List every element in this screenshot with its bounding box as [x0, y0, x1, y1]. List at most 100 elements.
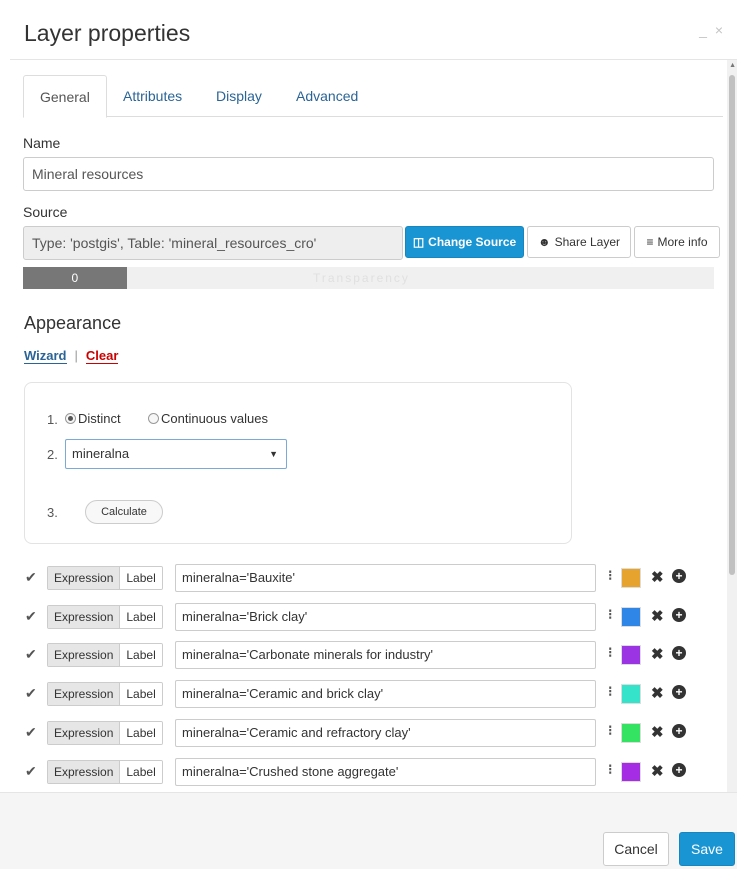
rule-row: ✔ Expression Label mineralna='Ceramic and r… [23, 719, 703, 747]
radio-unselected-icon [148, 413, 159, 424]
tab-display[interactable]: Display [200, 75, 278, 117]
scroll-up-icon[interactable]: ▲ [729, 62, 736, 69]
expression-input[interactable]: mineralna='Ceramic and brick clay' [175, 680, 596, 708]
add-icon[interactable]: + [672, 724, 686, 738]
expression-label-toggle[interactable]: Expression Label [47, 721, 163, 745]
dialog-title: Layer properties [24, 20, 191, 46]
appearance-actions: Wizard | Clear [24, 348, 119, 364]
expression-label-toggle[interactable]: Expression Label [47, 605, 163, 629]
step-1-number: 1. [47, 412, 58, 427]
expression-input[interactable]: mineralna='Brick clay' [175, 603, 596, 631]
color-swatch[interactable] [621, 568, 641, 588]
share-layer-button[interactable]: ☻ Share Layer [527, 226, 631, 258]
expression-toggle[interactable]: Expression [48, 722, 121, 744]
label-toggle[interactable]: Label [120, 644, 162, 666]
label-toggle[interactable]: Label [120, 683, 162, 705]
dialog-footer: Cancel Save [0, 792, 737, 869]
color-swatch[interactable] [621, 645, 641, 665]
color-swatch[interactable] [621, 762, 641, 782]
delete-icon[interactable]: ✖ [651, 723, 664, 741]
change-source-button[interactable]: ◫ Change Source [405, 226, 524, 258]
rule-row: ✔ Expression Label mineralna='Brick clay' ⁝ ✖… [23, 603, 703, 631]
list-icon: ≡ [646, 235, 654, 249]
dropdown-arrow-icon: ▼ [269, 449, 278, 459]
more-info-button[interactable]: ≡ More info [634, 226, 720, 258]
rule-row: ✔ Expression Label mineralna='Ceramic and b… [23, 680, 703, 708]
rule-row: ✔ Expression Label mineralna='Carbonate min… [23, 641, 703, 669]
rule-row: ✔ Expression Label mineralna='Crushed stone… [23, 758, 703, 786]
delete-icon[interactable]: ✖ [651, 762, 664, 780]
dialog-body: General Attributes Display Advanced Name… [10, 60, 727, 792]
expression-toggle[interactable]: Expression [48, 606, 121, 628]
check-icon[interactable]: ✔ [25, 724, 37, 741]
check-icon[interactable]: ✔ [25, 763, 37, 780]
cancel-button[interactable]: Cancel [603, 832, 669, 866]
delete-icon[interactable]: ✖ [651, 568, 664, 586]
name-label: Name [23, 135, 61, 151]
scrollbar-thumb[interactable] [729, 75, 735, 575]
add-icon[interactable]: + [672, 685, 686, 699]
classification-wizard: 1. Distinct Continuous values 2. mineral… [24, 382, 572, 544]
drag-handle-icon[interactable]: ⁝ [608, 567, 612, 584]
label-toggle[interactable]: Label [120, 722, 162, 744]
distinct-radio[interactable]: Distinct [65, 411, 121, 426]
expression-label-toggle[interactable]: Expression Label [47, 566, 163, 590]
check-icon[interactable]: ✔ [25, 685, 37, 702]
transparency-handle[interactable]: 0 [23, 267, 127, 289]
expression-input[interactable]: mineralna='Crushed stone aggregate' [175, 758, 596, 786]
field-select[interactable]: mineralna ▼ [65, 439, 287, 469]
drag-handle-icon[interactable]: ⁝ [608, 722, 612, 739]
tab-general[interactable]: General [23, 75, 107, 118]
database-icon: ◫ [412, 235, 425, 249]
rule-row: ✔ Expression Label mineralna='Bauxite' ⁝ ✖ + [23, 564, 703, 592]
tab-bar: General Attributes Display Advanced [23, 75, 723, 118]
drag-handle-icon[interactable]: ⁝ [608, 683, 612, 700]
check-icon[interactable]: ✔ [25, 646, 37, 663]
expression-toggle[interactable]: Expression [48, 683, 121, 705]
name-input[interactable]: Mineral resources [23, 157, 714, 191]
add-icon[interactable]: + [672, 608, 686, 622]
expression-toggle[interactable]: Expression [48, 567, 121, 589]
minimize-icon[interactable]: _ [699, 22, 707, 38]
add-icon[interactable]: + [672, 569, 686, 583]
delete-icon[interactable]: ✖ [651, 607, 664, 625]
expression-input[interactable]: mineralna='Bauxite' [175, 564, 596, 592]
drag-handle-icon[interactable]: ⁝ [608, 761, 612, 778]
window-controls: _ × [695, 22, 723, 38]
drag-handle-icon[interactable]: ⁝ [608, 644, 612, 661]
add-icon[interactable]: + [672, 646, 686, 660]
wizard-link[interactable]: Wizard [24, 348, 67, 364]
continuous-radio[interactable]: Continuous values [148, 411, 268, 426]
drag-handle-icon[interactable]: ⁝ [608, 606, 612, 623]
transparency-slider[interactable]: 0 Transparency [23, 267, 714, 289]
expression-input[interactable]: mineralna='Ceramic and refractory clay' [175, 719, 596, 747]
label-toggle[interactable]: Label [120, 606, 162, 628]
expression-input[interactable]: mineralna='Carbonate minerals for indust… [175, 641, 596, 669]
label-toggle[interactable]: Label [120, 567, 162, 589]
check-icon[interactable]: ✔ [25, 608, 37, 625]
source-field: Type: 'postgis', Table: 'mineral_resourc… [23, 226, 403, 260]
color-swatch[interactable] [621, 723, 641, 743]
delete-icon[interactable]: ✖ [651, 645, 664, 663]
expression-toggle[interactable]: Expression [48, 644, 121, 666]
check-icon[interactable]: ✔ [25, 569, 37, 586]
expression-toggle[interactable]: Expression [48, 761, 121, 783]
expression-label-toggle[interactable]: Expression Label [47, 682, 163, 706]
calculate-button[interactable]: Calculate [85, 500, 163, 524]
radio-selected-icon [65, 413, 76, 424]
save-button[interactable]: Save [679, 832, 735, 866]
expression-label-toggle[interactable]: Expression Label [47, 643, 163, 667]
tab-attributes[interactable]: Attributes [107, 75, 198, 117]
color-swatch[interactable] [621, 607, 641, 627]
close-icon[interactable]: × [715, 22, 723, 38]
clear-link[interactable]: Clear [85, 348, 119, 364]
transparency-label: Transparency [313, 271, 410, 285]
color-swatch[interactable] [621, 684, 641, 704]
add-icon[interactable]: + [672, 763, 686, 777]
step-2-number: 2. [47, 447, 58, 462]
label-toggle[interactable]: Label [120, 761, 162, 783]
expression-label-toggle[interactable]: Expression Label [47, 760, 163, 784]
appearance-heading: Appearance [24, 313, 122, 333]
delete-icon[interactable]: ✖ [651, 684, 664, 702]
tab-advanced[interactable]: Advanced [280, 75, 374, 117]
